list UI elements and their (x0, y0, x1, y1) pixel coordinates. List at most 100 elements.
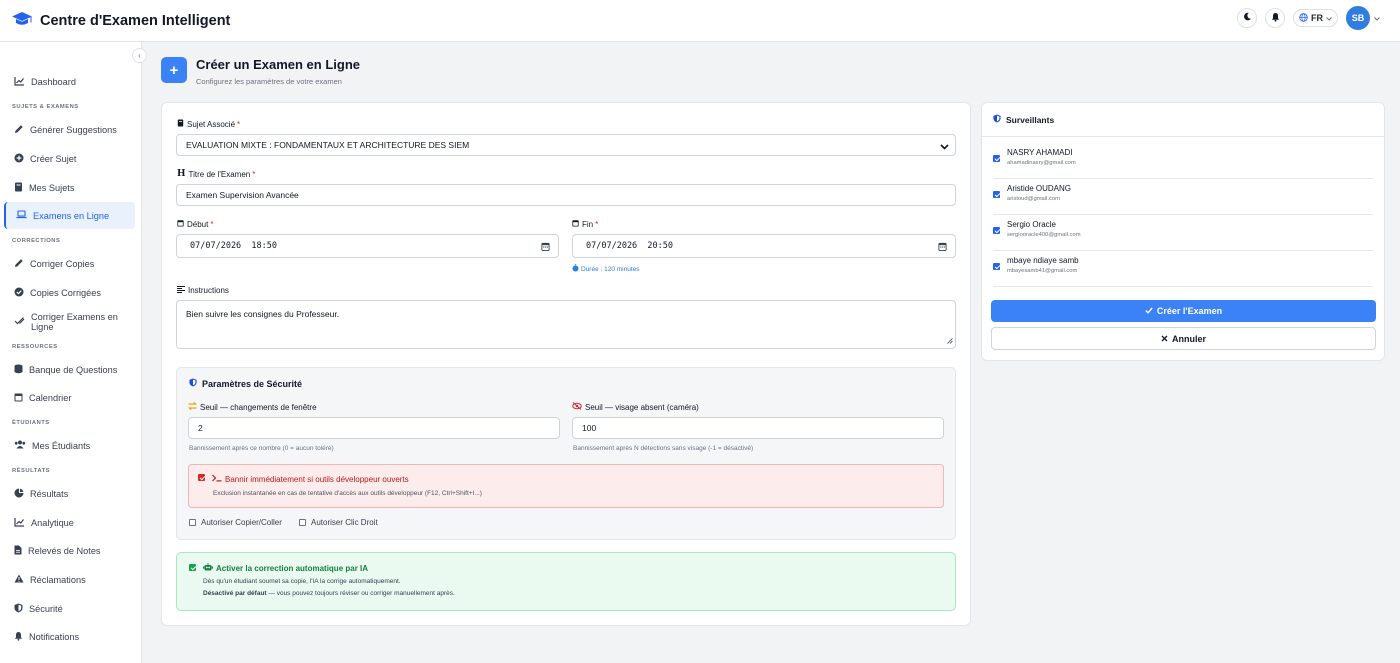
sidebar-item-correct-copies[interactable]: Corriger Copies (4, 250, 135, 277)
calendar-icon[interactable] (541, 242, 550, 254)
duration-info: Durée : 120 minutes (572, 264, 640, 274)
supervisor-item[interactable]: mbaye ndiaye samb mbayesamb41@gmail.com (993, 252, 1373, 287)
supervisor-item[interactable]: NASRY AHAMADI ahamadinasry@gmail.com (993, 144, 1373, 179)
devtools-ban-checkbox[interactable] (198, 474, 205, 481)
ai-correction-note-bold: Désactivé par défaut (203, 590, 267, 597)
sidebar-item-corrected-copies[interactable]: Copies Corrigées (4, 279, 135, 306)
sidebar-item-label: Corriger Examens en Ligne (31, 311, 118, 332)
notifications-button[interactable] (1265, 8, 1285, 28)
supervisor-item[interactable]: Sergio Oracle sergiooracle400@gmail.com (993, 216, 1373, 251)
check-icon (1145, 306, 1153, 316)
allow-copy-paste-checkbox[interactable] (189, 519, 196, 526)
sidebar-item-transcripts[interactable]: Relevés de Notes (4, 537, 135, 564)
divider (982, 136, 1384, 137)
supervisor-item[interactable]: Aristide OUDANG aristoud@gmail.com (993, 180, 1373, 215)
supervisor-name: NASRY AHAMADI (1007, 148, 1073, 157)
shield-icon (14, 603, 29, 615)
chevron-left-icon: ‹ (138, 51, 141, 60)
create-exam-button[interactable]: Créer l'Examen (991, 300, 1376, 322)
calendar-icon (14, 392, 29, 404)
supervisor-name: Sergio Oracle (1007, 220, 1056, 229)
security-settings-panel (176, 367, 956, 540)
sidebar-item-calendar[interactable]: Calendrier (4, 384, 135, 411)
sidebar-item-analytics[interactable]: Analytique (4, 509, 135, 536)
ai-correction-label-text: Activer la correction automatique par IA (216, 563, 369, 573)
sidebar-item-generate-suggestions[interactable]: Générer Suggestions (4, 116, 135, 143)
end-label: Fin * (572, 219, 598, 229)
face-threshold-label-text: Seuil — visage absent (caméra) (585, 402, 699, 412)
sidebar-item-create-subject[interactable]: Créer Sujet (4, 145, 135, 172)
end-datetime-input[interactable]: 07/07/2026 20:50 (572, 234, 956, 258)
title-label-text: Titre de l'Examen (188, 169, 251, 179)
start-label: Début * (177, 219, 213, 229)
sidebar-item-question-bank[interactable]: Banque de Questions (4, 356, 135, 383)
globe-icon (1299, 12, 1308, 24)
sidebar-item-claims[interactable]: Réclamations (4, 566, 135, 593)
supervisor-email: aristoud@gmail.com (1007, 196, 1060, 202)
sidebar-item-dashboard[interactable]: Dashboard (4, 68, 135, 95)
heading-icon: H (177, 169, 186, 179)
theme-toggle-button[interactable] (1237, 8, 1257, 28)
subject-select[interactable]: EVALUATION MIXTE : FONDAMENTAUX ET ARCHI… (176, 134, 956, 156)
page-title: Créer un Examen en Ligne (196, 57, 360, 72)
face-threshold-value: 100 (582, 423, 597, 433)
sidebar-item-my-subjects[interactable]: Mes Sujets (4, 174, 135, 201)
supervisor-name: Aristide OUDANG (1007, 184, 1072, 193)
supervisor-checkbox[interactable] (993, 191, 1000, 198)
supervisor-checkbox[interactable] (993, 263, 1000, 270)
page-subtitle: Configurez les paramètres de votre exame… (196, 77, 342, 86)
ai-correction-checkbox[interactable] (189, 564, 196, 571)
bell-icon (14, 631, 29, 643)
sidebar-item-label: Dashboard (31, 76, 76, 87)
required-marker: * (252, 169, 256, 179)
laptop-icon (16, 210, 33, 221)
sidebar-item-my-students[interactable]: Mes Étudiants (4, 432, 135, 459)
subject-label-text: Sujet Associé (187, 119, 236, 129)
supervisor-email: mbayesamb41@gmail.com (1007, 268, 1078, 274)
supervisor-email: ahamadinasry@gmail.com (1007, 160, 1076, 166)
exam-title-value: Examen Supervision Avancée (186, 190, 299, 200)
book-icon (177, 119, 184, 129)
brand[interactable]: Centre d'Examen Intelligent (11, 11, 230, 30)
sidebar-item-label: Mes Étudiants (32, 440, 91, 451)
window-threshold-label: Seuil — changements de fenêtre (187, 402, 317, 412)
security-title: Paramètres de Sécurité (189, 378, 302, 389)
required-marker: * (237, 119, 241, 129)
eye-slash-icon (572, 402, 582, 412)
cancel-label: Annuler (1171, 333, 1206, 344)
sidebar-item-notifications[interactable]: Notifications (4, 623, 135, 650)
resize-handle-icon[interactable] (947, 336, 953, 346)
user-avatar[interactable]: SB (1346, 6, 1370, 30)
pie-chart-icon (14, 488, 30, 500)
shield-icon (993, 114, 1001, 125)
start-datetime-input[interactable]: 07/07/2026 18:50 (176, 234, 559, 258)
window-threshold-label-text: Seuil — changements de fenêtre (200, 402, 317, 412)
end-datetime-value: 07/07/2026 20:50 (586, 241, 673, 251)
face-threshold-hint: Bannissement après N détections sans vis… (573, 445, 754, 452)
supervisor-name: mbaye ndiaye samb (1007, 256, 1079, 265)
supervisor-checkbox[interactable] (993, 227, 1000, 234)
language-selector[interactable]: FR (1293, 9, 1338, 27)
instructions-textarea[interactable]: Bien suivre les consignes du Professeur. (176, 300, 956, 349)
sidebar-collapse-button[interactable]: ‹ (132, 48, 147, 63)
face-threshold-input[interactable]: 100 (572, 417, 944, 439)
duration-text: Durée : 120 minutes (581, 265, 640, 273)
sidebar-item-label: Corriger Copies (30, 258, 95, 269)
window-threshold-input[interactable]: 2 (188, 417, 560, 439)
cancel-button[interactable]: Annuler (991, 327, 1376, 350)
supervisor-checkbox[interactable] (993, 155, 1000, 162)
exam-title-input[interactable]: Examen Supervision Avancée (176, 184, 956, 206)
sidebar-item-online-exams[interactable]: Examens en Ligne (4, 202, 135, 229)
calendar-icon[interactable] (938, 242, 947, 254)
allow-right-click-checkbox[interactable] (299, 519, 306, 526)
ai-correction-label: Activer la correction automatique par IA (203, 563, 368, 573)
sidebar-item-label: Créer Sujet (30, 153, 77, 164)
users-icon (14, 440, 32, 451)
sidebar-item-security[interactable]: Sécurité (4, 595, 135, 622)
sidebar-item-label: Banque de Questions (29, 364, 118, 375)
sidebar-item-results[interactable]: Résultats (4, 480, 135, 507)
chevron-down-icon (940, 142, 949, 152)
chart-line-icon (14, 76, 31, 88)
chevron-down-icon[interactable] (1374, 12, 1380, 24)
sidebar-item-correct-online-exams[interactable]: Corriger Examens en Ligne (4, 308, 135, 335)
